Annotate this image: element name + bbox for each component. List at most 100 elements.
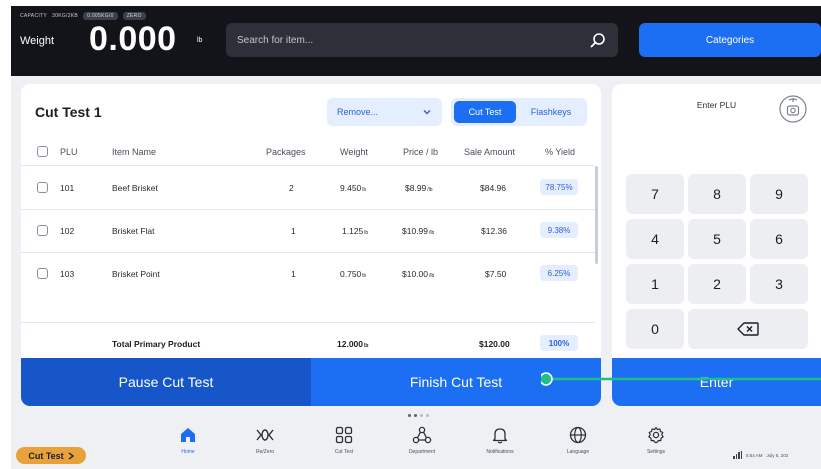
search-input[interactable]: Search for item...	[226, 23, 618, 57]
row-weight-unit: lb	[362, 187, 367, 193]
nav-label: Language	[566, 449, 590, 455]
key-3[interactable]: 3	[750, 264, 808, 304]
key-8[interactable]: 8	[688, 174, 746, 214]
key-4[interactable]: 4	[626, 219, 684, 259]
divider	[21, 252, 595, 253]
row-plu: 101	[60, 183, 75, 193]
grid-icon	[335, 426, 353, 444]
key-9[interactable]: 9	[750, 174, 808, 214]
nav-label: Cut Test	[334, 449, 354, 455]
tab-flashkeys[interactable]: Flashkeys	[519, 101, 583, 123]
remove-dropdown[interactable]: Remove...	[327, 98, 442, 126]
backspace-icon	[737, 322, 759, 336]
app-window: CAPACITY 30KG/2KB 0.005KG/0 ZERO Weight …	[11, 6, 821, 469]
nav-cut-test[interactable]: Cut Test	[314, 426, 374, 455]
row-packages: 2	[289, 183, 294, 193]
chevron-down-icon	[423, 110, 431, 115]
row-packages: 1	[291, 226, 296, 236]
cut-test-panel: Cut Test 1 Remove... Cut Test Flashkeys …	[21, 84, 601, 406]
bell-icon	[492, 428, 508, 444]
page-dot	[420, 414, 423, 417]
capacity-info: CAPACITY 30KG/2KB 0.005KG/0 ZERO	[20, 12, 146, 20]
key-1[interactable]: 1	[626, 264, 684, 304]
divider	[21, 165, 595, 166]
nav-label: Re/Zero	[255, 449, 275, 455]
row-price-unit: /lb	[429, 273, 435, 279]
status-time: 5:54 AM	[746, 452, 763, 458]
row-weight: 1.125lb	[342, 226, 368, 236]
row-checkbox[interactable]	[37, 182, 48, 193]
row-price-value: $10.99	[402, 226, 428, 236]
table-scrollbar[interactable]	[595, 166, 598, 264]
total-weight-value: 12.000	[337, 339, 363, 349]
total-weight-unit: lb	[364, 343, 369, 349]
row-yield: 9.38%	[540, 222, 578, 238]
nav-label: Notifications	[486, 449, 514, 455]
zero-chip: ZERO	[122, 12, 146, 20]
cut-test-shortcut-button[interactable]: Cut Test	[16, 447, 86, 464]
row-plu: 102	[60, 226, 75, 236]
page-indicator	[408, 414, 429, 417]
row-packages: 1	[291, 269, 296, 279]
backspace-key[interactable]	[688, 309, 808, 349]
column-header-price: Price / lb	[403, 147, 439, 157]
nav-label: Home	[181, 449, 195, 455]
tab-cut-test[interactable]: Cut Test	[454, 101, 516, 123]
gear-icon	[648, 426, 664, 444]
nav-label: Settings	[646, 449, 666, 455]
weight-readout: 0.000	[89, 20, 177, 58]
key-6[interactable]: 6	[750, 219, 808, 259]
key-5[interactable]: 5	[688, 219, 746, 259]
page-dot	[414, 414, 417, 417]
row-weight-value: 0.750	[340, 269, 362, 279]
home-icon	[181, 428, 195, 442]
mode-tabs: Cut Test Flashkeys	[451, 98, 587, 126]
row-price-unit: /lb	[427, 187, 433, 193]
row-yield: 6.25%	[540, 265, 578, 281]
key-2[interactable]: 2	[688, 264, 746, 304]
divider	[21, 322, 595, 323]
row-sale-amount: $84.96	[480, 183, 506, 193]
row-checkbox[interactable]	[37, 268, 48, 279]
signal-icon	[733, 451, 742, 459]
row-price: $10.00/lb	[402, 269, 434, 279]
row-sale-amount: $12.36	[481, 226, 507, 236]
rezero-icon	[256, 429, 274, 441]
total-label: Total Primary Product	[112, 339, 201, 349]
capacity-chip: 0.005KG/0	[83, 12, 118, 20]
nav-rezero[interactable]: Re/Zero	[235, 426, 295, 455]
categories-button[interactable]: Categories	[639, 23, 821, 57]
column-header-plu: PLU	[60, 147, 78, 157]
connector-pointer	[541, 372, 821, 386]
search-icon[interactable]	[590, 32, 606, 48]
row-checkbox[interactable]	[37, 225, 48, 236]
globe-icon	[569, 426, 587, 444]
nav-notifications[interactable]: Notifications	[470, 426, 530, 455]
row-item-name: Beef Brisket	[112, 183, 158, 193]
row-weight: 9.450lb	[340, 183, 366, 193]
nav-home[interactable]: Home	[158, 426, 218, 455]
nav-language[interactable]: Language	[548, 426, 608, 455]
key-7[interactable]: 7	[626, 174, 684, 214]
pause-cut-test-button[interactable]: Pause Cut Test	[21, 358, 311, 406]
top-bar: CAPACITY 30KG/2KB 0.005KG/0 ZERO Weight …	[11, 6, 821, 76]
department-icon	[412, 426, 432, 444]
chevron-right-icon	[68, 451, 74, 460]
column-header-sale-amount: Sale Amount	[464, 147, 516, 157]
nav-department[interactable]: Department	[392, 426, 452, 455]
key-0[interactable]: 0	[626, 309, 684, 349]
row-weight-value: 1.125	[342, 226, 364, 236]
row-weight-value: 9.450	[340, 183, 362, 193]
scale-icon[interactable]	[778, 94, 808, 124]
nav-settings[interactable]: Settings	[626, 426, 686, 455]
nav-label: Department	[408, 449, 436, 455]
row-price: $10.99/lb	[402, 226, 434, 236]
weight-label: Weight	[20, 35, 55, 47]
row-price-unit: /lb	[429, 230, 435, 236]
row-price: $8.99/lb	[405, 183, 433, 193]
select-all-checkbox[interactable]	[37, 146, 48, 157]
panel-title: Cut Test 1	[35, 104, 102, 120]
row-sale-amount: $7.50	[485, 269, 507, 279]
row-weight: 0.750lb	[340, 269, 366, 279]
column-header-yield: % Yield	[545, 147, 576, 157]
